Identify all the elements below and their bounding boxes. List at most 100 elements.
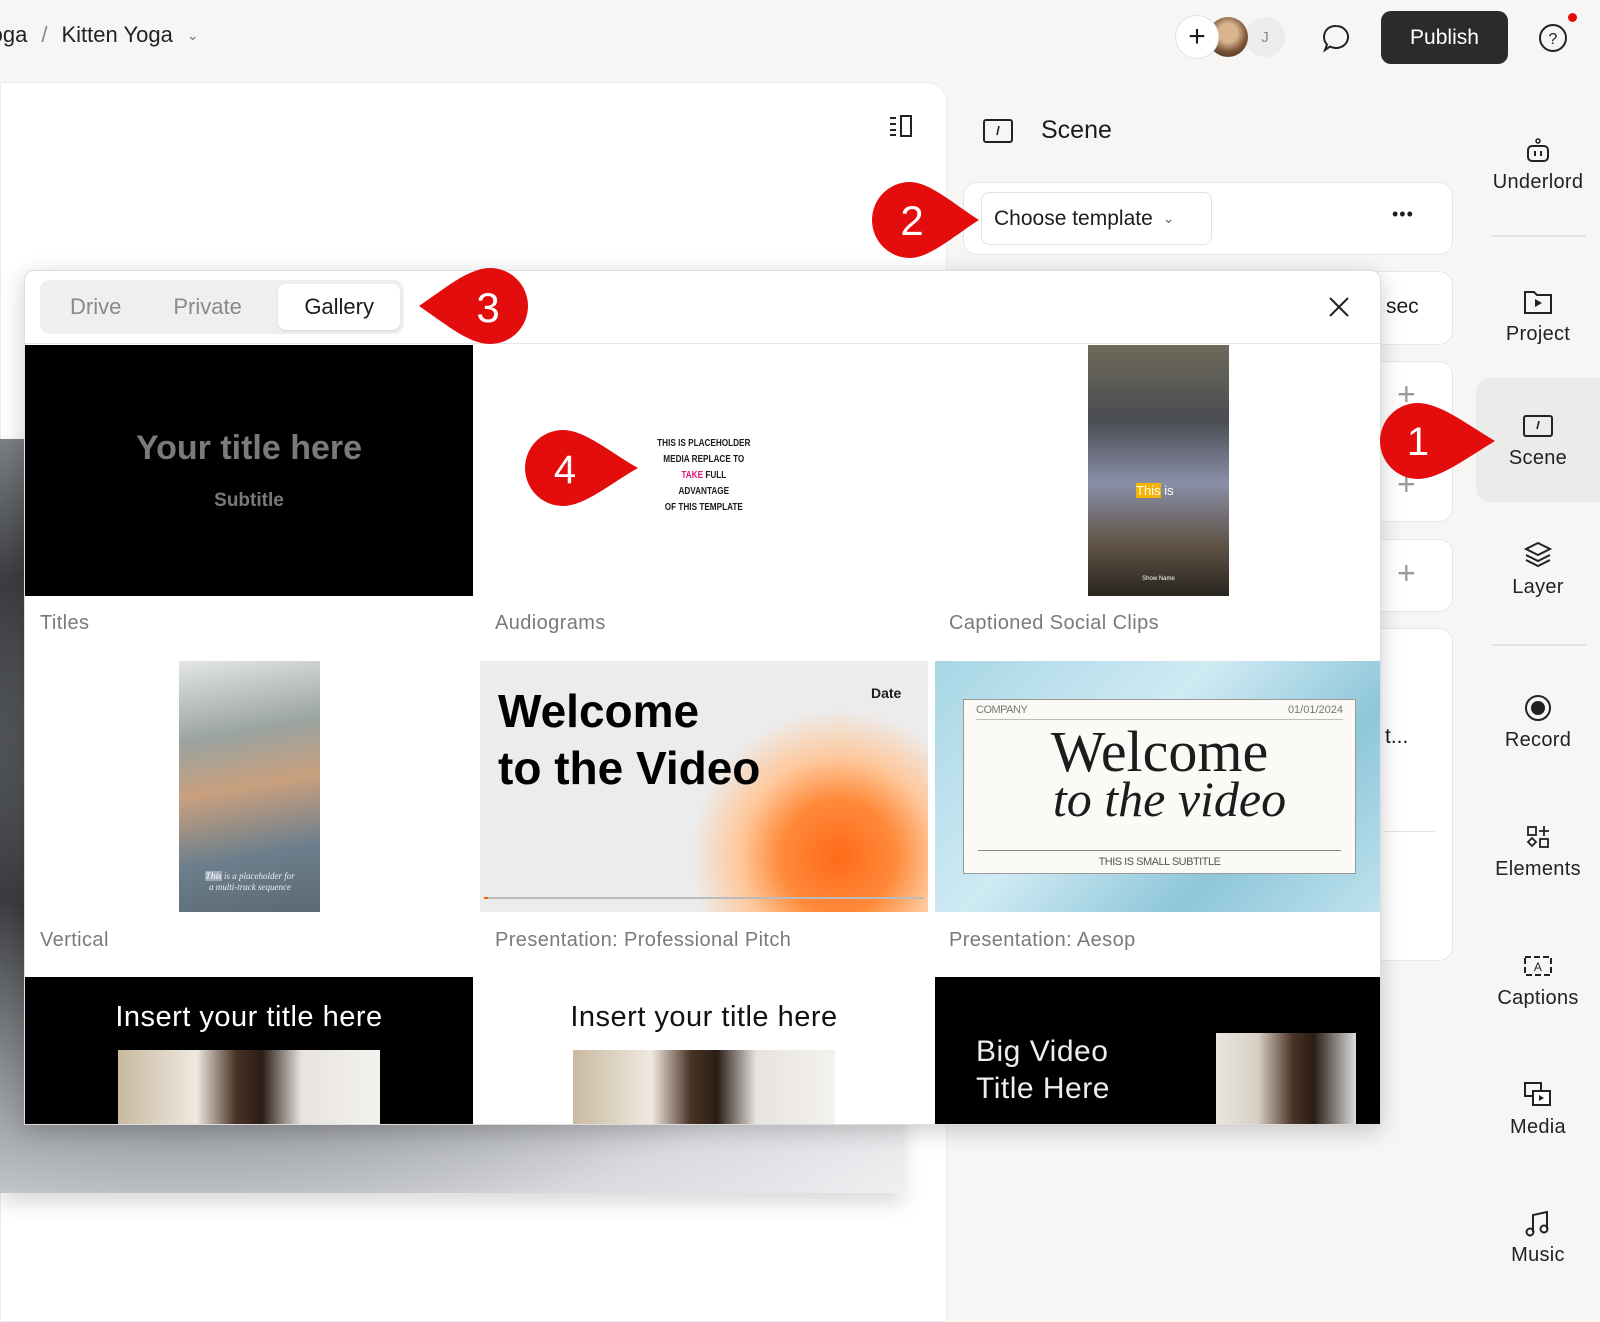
thumb-subtitle: THIS IS SMALL SUBTITLE <box>1098 856 1221 868</box>
thumb-photo <box>573 1050 835 1124</box>
highlight-word: TAKE <box>681 469 704 481</box>
text-line: MEDIA REPLACE TO <box>663 453 745 465</box>
scene-icon <box>1523 411 1553 441</box>
dropdown-label: Choose template <box>994 206 1153 230</box>
thumb-photo: This is Show Name <box>1088 345 1229 596</box>
more-options-button[interactable]: ••• <box>1392 204 1414 225</box>
annotation-number: 1 <box>1407 420 1429 464</box>
thumb-photo: This is a placeholder for a multi-track s… <box>179 661 320 912</box>
svg-text:?: ? <box>1549 31 1558 48</box>
breadcrumb-parent[interactable]: Yoga <box>0 22 27 48</box>
caption-highlight: This <box>1136 483 1161 498</box>
breadcrumb-current[interactable]: Kitten Yoga <box>62 22 173 48</box>
text-line: THIS IS PLACEHOLDER <box>657 437 751 449</box>
show-name: Show Name <box>1142 576 1175 582</box>
sidebar-label: Captions <box>1497 986 1579 1009</box>
thumb-title: to the Video <box>498 742 761 794</box>
divider <box>1492 644 1586 646</box>
sidebar-item-project[interactable]: Project <box>1476 254 1600 378</box>
template-label: Titles <box>40 612 90 634</box>
thumb-title: to the video <box>1052 771 1287 827</box>
add-collaborator-button[interactable]: + <box>1175 15 1219 59</box>
toggle-script-icon[interactable] <box>888 114 916 143</box>
annotation-marker-3: 3 <box>419 268 528 344</box>
folder-play-icon <box>1523 287 1553 317</box>
modal-header: Drive Private Gallery <box>25 271 1380 344</box>
music-icon <box>1523 1208 1553 1238</box>
avatar-initial[interactable]: J <box>1245 17 1285 57</box>
breadcrumb-separator: / <box>41 22 48 47</box>
publish-button[interactable]: Publish <box>1381 11 1508 64</box>
company-text: COMPANY <box>976 704 1028 716</box>
annotation-number: 2 <box>900 197 923 244</box>
template-label: Presentation: Aesop <box>949 929 1136 951</box>
top-bar: Yoga / Kitten Yoga ⌄ + J Publish ? <box>0 0 1600 80</box>
sidebar-label: Elements <box>1495 857 1581 880</box>
sidebar-item-music[interactable]: Music <box>1476 1175 1600 1299</box>
thumb-title: Welcome <box>498 685 700 737</box>
caption-highlight: This <box>205 871 222 881</box>
thumb-photo <box>1216 1033 1356 1124</box>
template-label: Vertical <box>40 929 109 951</box>
source-tabs: Drive Private Gallery <box>40 280 404 334</box>
sidebar-item-underlord[interactable]: Underlord <box>1476 102 1600 226</box>
template-professional-pitch[interactable]: Welcome to the Video Date <box>480 661 928 912</box>
sidebar-label: Record <box>1504 728 1572 751</box>
breadcrumb: Yoga / Kitten Yoga ⌄ <box>0 22 199 48</box>
layers-icon <box>1523 540 1553 570</box>
aesop-card: COMPANY 01/01/2024 Welcome to the video … <box>963 699 1356 874</box>
sidebar-label: Underlord <box>1492 170 1584 193</box>
right-sidebar: Underlord Project Scene Layer Record Ele… <box>1476 82 1600 1305</box>
template-vertical[interactable]: This is a placeholder for a multi-track s… <box>25 661 473 912</box>
template-aesop[interactable]: COMPANY 01/01/2024 Welcome to the video … <box>935 661 1380 912</box>
template-insert-title-light[interactable]: Insert your title here <box>480 977 928 1124</box>
plus-icon[interactable]: + <box>1397 555 1416 592</box>
choose-template-dropdown[interactable]: Choose template ⌄ <box>981 192 1212 245</box>
elements-icon <box>1523 822 1553 852</box>
template-gallery-modal: Drive Private Gallery Your title here Su… <box>24 270 1381 1125</box>
template-titles[interactable]: Your title here Subtitle <box>25 345 473 596</box>
caption-text: is <box>1164 483 1174 498</box>
close-icon[interactable] <box>1327 295 1351 324</box>
template-label: Captioned Social Clips <box>949 612 1160 634</box>
tab-drive[interactable]: Drive <box>44 284 147 330</box>
template-label: Presentation: Professional Pitch <box>495 929 792 951</box>
date-text: 01/01/2024 <box>1287 704 1343 716</box>
sidebar-item-elements[interactable]: Elements <box>1476 789 1600 913</box>
thumb-photo <box>118 1050 380 1124</box>
sidebar-label: Scene <box>1508 446 1568 469</box>
placeholder-text: THIS IS PLACEHOLDER MEDIA REPLACE TO TAK… <box>657 435 751 515</box>
thumb-title: Insert your title here <box>115 1001 383 1033</box>
chevron-down-icon[interactable]: ⌄ <box>187 27 199 44</box>
robot-icon <box>1523 135 1553 165</box>
captions-icon: A <box>1523 951 1553 981</box>
template-label: Audiograms <box>495 612 606 634</box>
scene-icon <box>983 118 1013 149</box>
text-line: OF THIS TEMPLATE <box>664 501 743 513</box>
template-big-video-title[interactable]: Big Video Title Here <box>935 977 1380 1124</box>
annotation-number: 4 <box>554 448 576 492</box>
panel-title: Scene <box>1041 116 1112 144</box>
sidebar-item-media[interactable]: Media <box>1476 1047 1600 1171</box>
annotation-marker-2: 2 <box>872 182 979 258</box>
media-icon <box>1523 1080 1553 1110</box>
thumb-title: Insert your title here <box>570 1001 838 1033</box>
sidebar-label: Project <box>1505 322 1571 345</box>
template-insert-title-dark[interactable]: Insert your title here <box>25 977 473 1124</box>
annotation-number: 3 <box>476 284 499 331</box>
divider <box>1492 235 1586 237</box>
sidebar-item-captions[interactable]: A Captions <box>1476 918 1600 1042</box>
template-captioned-social-clips[interactable]: This is Show Name <box>935 345 1380 596</box>
sidebar-item-record[interactable]: Record <box>1476 660 1600 784</box>
tab-gallery[interactable]: Gallery <box>278 284 400 330</box>
sidebar-item-layer[interactable]: Layer <box>1476 507 1600 631</box>
tab-private[interactable]: Private <box>147 284 267 330</box>
notification-dot <box>1568 13 1577 22</box>
svg-text:A: A <box>1534 960 1542 974</box>
annotation-marker-4: 4 <box>525 430 638 506</box>
annotation-marker-1: 1 <box>1380 403 1495 479</box>
help-icon[interactable]: ? <box>1537 22 1569 59</box>
sidebar-label: Media <box>1510 1115 1566 1138</box>
comment-icon[interactable] <box>1320 22 1352 59</box>
thumb-title: Big Video <box>976 1035 1109 1068</box>
